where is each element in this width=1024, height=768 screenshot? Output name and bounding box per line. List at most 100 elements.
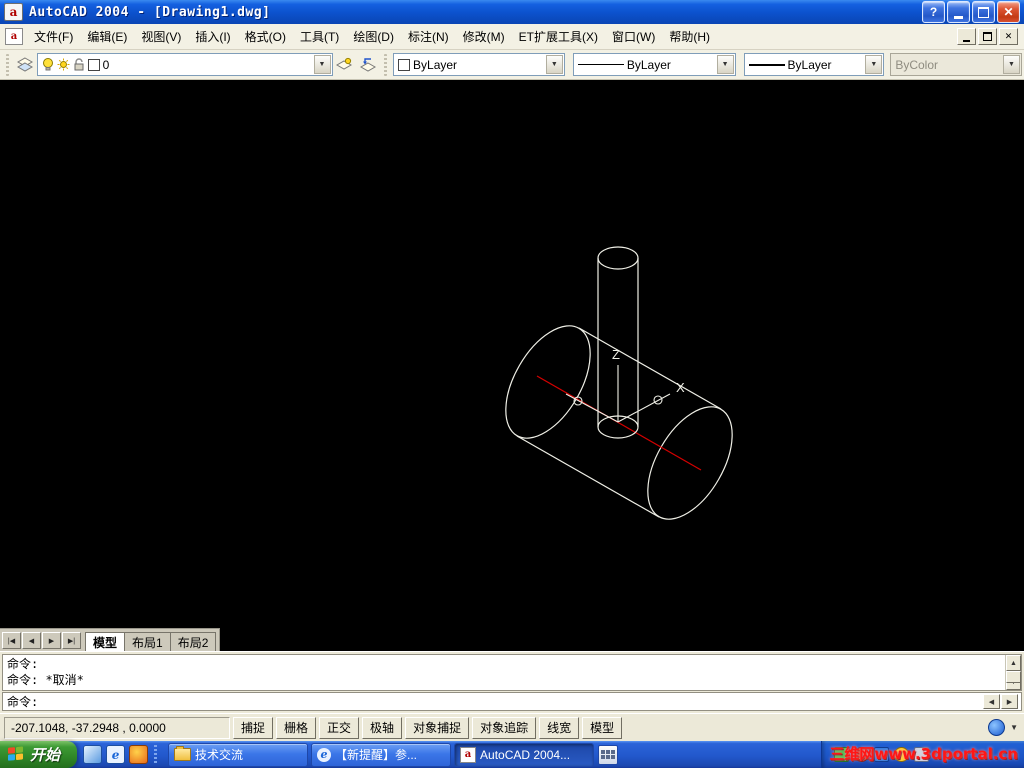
color-combo-arrow-icon[interactable]: ▼ [545, 55, 563, 74]
tray-icon-red[interactable] [854, 747, 869, 762]
command-history-line: 命令: *取消* [7, 673, 84, 687]
scrollbar-thumb[interactable] [1006, 671, 1021, 683]
tab-layout1[interactable]: 布局1 [124, 632, 171, 651]
lineweight-sample-icon [748, 63, 785, 66]
toggle-model-paper[interactable]: 模型 [582, 716, 623, 739]
coordinates-display[interactable]: -207.1048, -37.2948 , 0.0000 [4, 716, 230, 739]
statusbar-menu-arrow-icon[interactable]: ▼ [1010, 723, 1018, 732]
scroll-left-button[interactable]: ◀ [983, 694, 1000, 709]
toolbar-row: 0 ▼ ByLayer ▼ ByLayer ▼ ByLayer ▼ ByColo… [0, 50, 1024, 80]
linetype-combo-arrow-icon[interactable]: ▼ [716, 55, 734, 74]
plotstyle-combo-arrow-icon: ▼ [1002, 55, 1020, 74]
tab-layout2[interactable]: 布局2 [169, 632, 217, 651]
toggle-otrack[interactable]: 对象追踪 [472, 716, 537, 739]
titlebar: a AutoCAD 2004 - [Drawing1.dwg] ? ✕ [0, 0, 1024, 24]
menu-format[interactable]: 格式(O) [238, 24, 293, 49]
tray-icon-blue[interactable] [874, 747, 889, 762]
autocad-window: a AutoCAD 2004 - [Drawing1.dwg] ? ✕ a 文件… [0, 0, 1024, 768]
tray-icon-yellow[interactable] [894, 747, 909, 762]
menu-window[interactable]: 窗口(W) [605, 24, 662, 49]
layer-unlock-icon [74, 58, 84, 71]
close-button[interactable]: ✕ [997, 1, 1020, 23]
ucs-icon [565, 365, 671, 423]
scrollbar-track[interactable] [1006, 671, 1021, 683]
mdi-minimize-button[interactable] [957, 28, 976, 45]
autocad-app-icon[interactable]: a [4, 3, 23, 21]
mdi-window-buttons: ✕ [957, 28, 1021, 45]
layer-thaw-sun-icon [57, 58, 70, 71]
command-history[interactable]: 命令: 命令: *取消* ▲ ▼ [2, 654, 1022, 691]
toggle-polar[interactable]: 极轴 [362, 716, 403, 739]
language-bar-icon[interactable] [598, 744, 619, 765]
layer-combo-arrow-icon[interactable]: ▼ [313, 55, 331, 74]
menu-tools[interactable]: 工具(T) [293, 24, 346, 49]
menu-edit[interactable]: 编辑(E) [80, 24, 134, 49]
menu-file[interactable]: 文件(F) [27, 24, 80, 49]
tab-previous-button[interactable]: ◀ [22, 632, 41, 649]
taskbar: 开始 e 技术交流 e 【新提醒】参... a AutoCAD 2004... [0, 741, 1024, 768]
toggle-osnap[interactable]: 对象捕捉 [405, 716, 470, 739]
command-history-line: 命令: [7, 657, 39, 671]
tab-model[interactable]: 模型 [85, 632, 126, 651]
statusbar-right: ▼ [988, 719, 1020, 736]
layer-properties-button[interactable] [13, 52, 37, 78]
mdi-restore-button[interactable] [978, 28, 997, 45]
internet-explorer-icon[interactable]: e [106, 745, 126, 764]
media-player-icon[interactable] [129, 745, 149, 764]
scroll-up-button[interactable]: ▲ [1006, 655, 1021, 671]
menu-express-tools[interactable]: ET扩展工具(X) [512, 24, 605, 49]
toggle-grid[interactable]: 栅格 [276, 716, 317, 739]
menu-modify[interactable]: 修改(M) [456, 24, 512, 49]
toggle-lineweight[interactable]: 线宽 [539, 716, 580, 739]
tab-first-button[interactable]: |◀ [2, 632, 21, 649]
lineweight-combo[interactable]: ByLayer ▼ [743, 53, 885, 76]
drawing-canvas[interactable]: Z X |◀ ◀ ▶ ▶| 模型 布局1 布局2 [0, 80, 1024, 651]
plotstyle-combo: ByColor ▼ [890, 53, 1022, 76]
taskbar-item-browser[interactable]: e 【新提醒】参... [311, 742, 452, 767]
current-linetype-value: ByLayer [626, 57, 671, 72]
layers-toolbar-grip[interactable] [6, 53, 9, 76]
tab-next-button[interactable]: ▶ [42, 632, 61, 649]
make-object-layer-current-button[interactable] [333, 52, 357, 78]
tray-icon-gray[interactable] [914, 747, 929, 762]
mdi-close-button[interactable]: ✕ [999, 28, 1018, 45]
current-plotstyle-value: ByColor [895, 57, 938, 72]
restore-button[interactable] [972, 1, 995, 23]
layer-combo[interactable]: 0 ▼ [36, 53, 333, 76]
taskbar-item-folder[interactable]: 技术交流 [168, 742, 309, 767]
linetype-sample-icon [577, 64, 624, 65]
minimize-button[interactable] [947, 1, 970, 23]
taskbar-item-autocad[interactable]: a AutoCAD 2004... [454, 742, 595, 767]
layer-previous-icon [360, 57, 377, 72]
lineweight-combo-arrow-icon[interactable]: ▼ [865, 55, 883, 74]
toggle-snap[interactable]: 捕捉 [233, 716, 274, 739]
menu-insert[interactable]: 插入(I) [188, 24, 237, 49]
autocad-icon: a [460, 746, 477, 763]
scroll-right-button[interactable]: ▶ [1001, 694, 1018, 709]
layer-previous-button[interactable] [356, 52, 380, 78]
start-button[interactable]: 开始 [0, 741, 78, 768]
menu-view[interactable]: 视图(V) [134, 24, 188, 49]
tray-icon-green[interactable] [834, 747, 849, 762]
linetype-combo[interactable]: ByLayer ▼ [572, 53, 736, 76]
tab-last-button[interactable]: ▶| [62, 632, 81, 649]
help-button[interactable]: ? [922, 1, 945, 23]
drawing-document-icon[interactable]: a [5, 28, 23, 45]
menu-help[interactable]: 帮助(H) [662, 24, 717, 49]
mdi-restore-icon [983, 32, 992, 41]
toggle-ortho[interactable]: 正交 [319, 716, 360, 739]
quick-launch: e [77, 744, 165, 765]
properties-toolbar-grip[interactable] [384, 53, 388, 76]
menu-draw[interactable]: 绘图(D) [346, 24, 401, 49]
folder-icon [174, 746, 192, 761]
menu-dimension[interactable]: 标注(N) [401, 24, 456, 49]
command-hscroll: ◀ ▶ [983, 694, 1018, 709]
command-scrollbar[interactable]: ▲ ▼ [1005, 655, 1021, 690]
taskbar-item-label: AutoCAD 2004... [480, 747, 571, 762]
show-desktop-icon[interactable] [83, 745, 103, 764]
taskbar-item-label: 技术交流 [195, 748, 244, 762]
communication-center-icon[interactable] [988, 719, 1006, 736]
command-window: 命令: 命令: *取消* ▲ ▼ 命令: ◀ ▶ [0, 651, 1024, 713]
command-input-row[interactable]: 命令: ◀ ▶ [2, 692, 1022, 711]
color-combo[interactable]: ByLayer ▼ [393, 53, 565, 76]
